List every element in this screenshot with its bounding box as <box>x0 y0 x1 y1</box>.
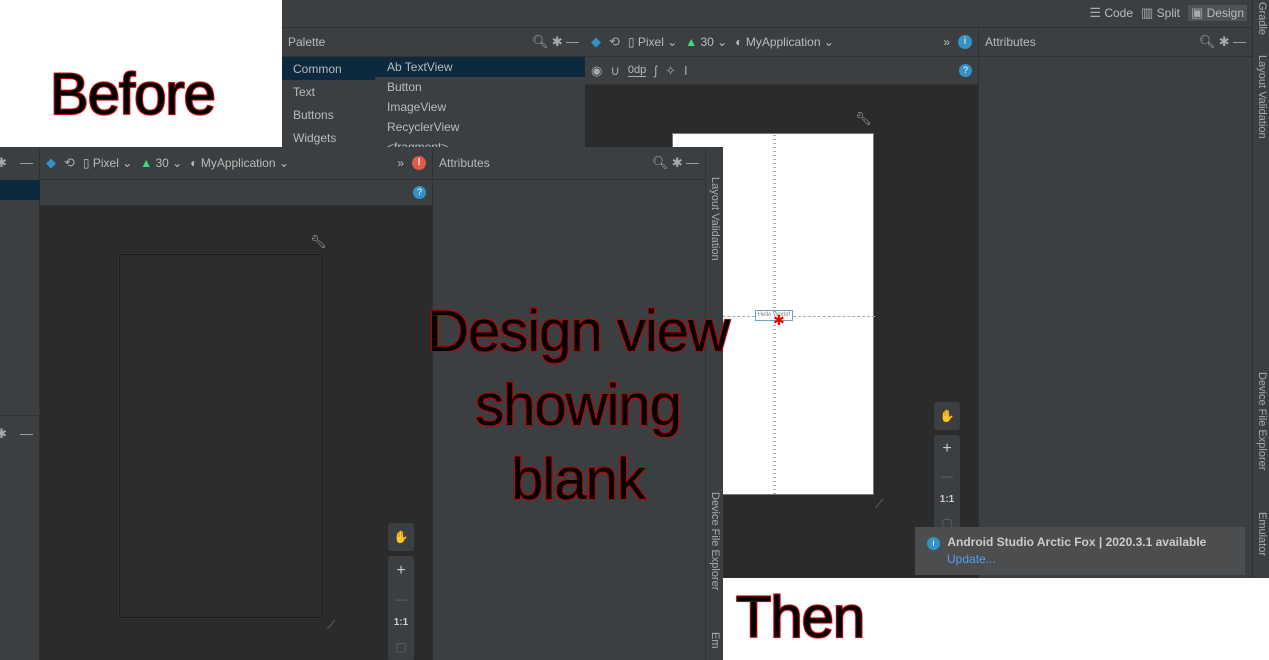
zoom-in-button[interactable]: + <box>942 440 951 458</box>
search-icon[interactable]: 🔍︎ <box>652 155 669 171</box>
minimize-icon[interactable]: — <box>686 155 699 170</box>
android-icon: ▲ <box>685 35 698 49</box>
device-file-explorer-tab[interactable]: Device File Explorer <box>1256 372 1268 470</box>
error-icon[interactable]: ! <box>412 156 426 170</box>
device-dropdown[interactable]: ▯ Pixel ⌄ <box>628 35 677 49</box>
update-link[interactable]: Update... <box>947 552 1233 566</box>
orientation-icon[interactable]: ⟲ <box>609 34 620 50</box>
attributes-title: Attributes <box>985 35 1036 49</box>
minimize-icon[interactable]: — <box>20 155 33 170</box>
search-icon[interactable]: 🔍︎ <box>1199 34 1216 50</box>
gear-icon[interactable]: ✱ <box>672 155 683 171</box>
palette-panel: Palette 🔍︎ ✱ — Common Text Buttons Widge… <box>282 28 585 154</box>
zoom-1-1-button[interactable]: 1:1 <box>940 494 954 505</box>
resize-handle-icon[interactable]: ⟋ <box>327 618 335 633</box>
guidelines-icon[interactable]: I <box>684 63 688 78</box>
gear-icon[interactable]: ✱ <box>1219 34 1230 50</box>
design-icon: ▣ <box>1191 5 1204 20</box>
layers-icon[interactable]: ◆ <box>46 155 56 171</box>
search-icon[interactable]: 🔍︎ <box>532 34 549 50</box>
cursor-hand-icon: ✱ <box>773 312 785 328</box>
update-notification: i Android Studio Arctic Fox | 2020.3.1 a… <box>915 527 1245 575</box>
design-mode-button[interactable]: ▣ Design <box>1188 5 1247 21</box>
zoom-out-button[interactable]: — <box>395 592 407 606</box>
minimize-icon[interactable]: — <box>566 34 579 49</box>
info-icon[interactable]: i <box>958 35 972 49</box>
attributes-panel: Attributes 🔍︎ ✱ — <box>978 28 1252 578</box>
more-button[interactable]: » <box>943 35 950 49</box>
right-tool-strip: Gradle Layout Validation Device File Exp… <box>1252 0 1269 578</box>
eye-icon[interactable]: ◉ <box>591 63 602 79</box>
before-canvas[interactable]: 🔧︎ ⟋ ✋ + — 1:1 ▢ <box>40 206 432 660</box>
zoom-in-button[interactable]: + <box>396 562 405 580</box>
palette-item[interactable]: ImageView <box>375 97 585 117</box>
gear-icon[interactable]: ✱ <box>0 155 7 171</box>
split-icon: ▥ <box>1141 5 1154 20</box>
more-button[interactable]: » <box>397 156 404 170</box>
magnet-icon[interactable]: ∪ <box>610 63 620 79</box>
info-icon: i <box>927 537 940 550</box>
top-bar: ☰ Code ▥ Split ▣ Design <box>282 0 1269 28</box>
palette-item[interactable]: RecyclerView <box>375 117 585 137</box>
gradle-tab[interactable]: Gradle <box>1256 2 1268 35</box>
layout-validation-tab[interactable]: Layout Validation <box>1256 55 1268 139</box>
resize-handle-icon[interactable]: ⟋ <box>875 497 883 512</box>
code-mode-button[interactable]: ☰ Code <box>1089 5 1133 21</box>
pan-button[interactable]: ✋ <box>934 402 960 430</box>
emulator-tab[interactable]: Emulator <box>1256 512 1268 556</box>
zoom-fit-button[interactable]: ▢ <box>395 640 406 654</box>
middle-caption: Design view showing blank <box>426 298 731 513</box>
zoom-out-button[interactable]: — <box>941 469 953 483</box>
theme-dropdown[interactable]: ◐ MyApplication ⌄ <box>190 156 289 170</box>
palette-title: Palette <box>288 35 326 49</box>
attributes-title: Attributes <box>439 156 490 170</box>
blank-device-preview[interactable] <box>119 254 323 618</box>
then-caption: Then <box>735 584 866 651</box>
layers-icon[interactable]: ◆ <box>591 34 601 50</box>
zoom-1-1-button[interactable]: 1:1 <box>394 617 408 628</box>
device-dropdown[interactable]: ▯ Pixel ⌄ <box>83 156 132 170</box>
layout-validation-tab[interactable]: Layout Validation <box>709 177 721 261</box>
category-common[interactable]: Common <box>282 57 375 80</box>
minimize-icon[interactable]: — <box>20 426 33 441</box>
emulator-tab[interactable]: Em <box>709 632 721 649</box>
clear-constraints-icon[interactable]: ʃ <box>654 63 657 78</box>
theme-dropdown[interactable]: ◐ MyApplication ⌄ <box>735 35 834 49</box>
design-toolbar-2: ◉ ∪ 0dp ʃ ✧ I ? <box>585 57 978 85</box>
gear-icon[interactable]: ✱ <box>552 34 563 50</box>
design-toolbar-2: ? <box>40 180 432 206</box>
android-icon: ▲ <box>140 156 153 170</box>
api-dropdown[interactable]: ▲ 30 ⌄ <box>685 35 727 49</box>
category-buttons[interactable]: Buttons <box>282 103 375 126</box>
minimize-icon[interactable]: — <box>1233 34 1246 49</box>
category-widgets[interactable]: Widgets <box>282 126 375 149</box>
gear-icon[interactable]: ✱ <box>0 426 7 442</box>
help-icon[interactable]: ? <box>413 186 426 199</box>
pan-button[interactable]: ✋ <box>388 523 414 551</box>
infer-constraints-icon[interactable]: ✧ <box>665 63 676 79</box>
design-toolbar: ◆ ⟲ ▯ Pixel ⌄ ▲ 30 ⌄ ◐ MyApplication ⌄ »… <box>585 28 978 57</box>
notification-title: Android Studio Arctic Fox | 2020.3.1 ava… <box>947 535 1207 549</box>
design-toolbar: ◆ ⟲ ▯ Pixel ⌄ ▲ 30 ⌄ ◐ MyApplication ⌄ »… <box>40 147 432 180</box>
split-mode-button[interactable]: ▥ Split <box>1141 5 1180 21</box>
code-icon: ☰ <box>1089 5 1101 20</box>
wrench-icon[interactable]: 🔧︎ <box>855 111 872 127</box>
before-caption: Before <box>49 61 217 128</box>
left-partial-panel: ✱ — ✱ — <box>0 147 40 660</box>
help-icon[interactable]: ? <box>959 64 972 77</box>
wrench-icon[interactable]: 🔧︎ <box>310 234 327 250</box>
default-margin-button[interactable]: 0dp <box>627 64 647 77</box>
orientation-icon[interactable]: ⟲ <box>64 155 75 171</box>
api-dropdown[interactable]: ▲ 30 ⌄ <box>140 156 182 170</box>
palette-item[interactable]: Button <box>375 77 585 97</box>
category-text[interactable]: Text <box>282 80 375 103</box>
palette-item[interactable]: Ab TextView <box>375 57 585 77</box>
